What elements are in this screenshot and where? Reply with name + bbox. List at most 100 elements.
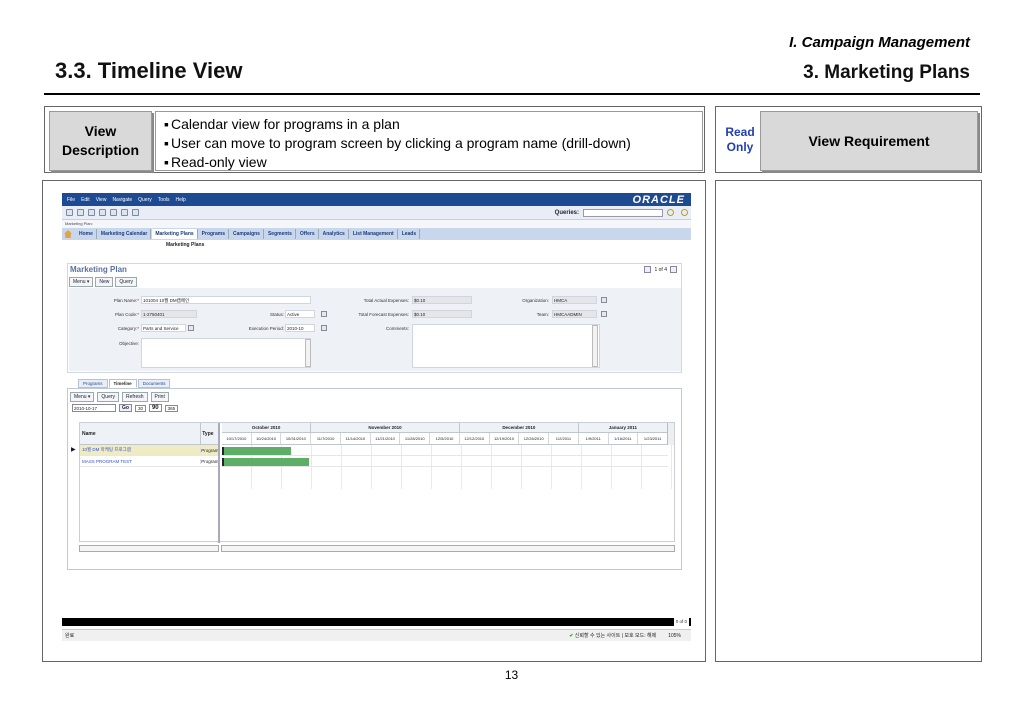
tab-home[interactable]: Home (76, 229, 97, 239)
search-options-icon[interactable] (681, 209, 688, 216)
category-field[interactable]: Parts and Service (141, 324, 186, 332)
page-horizontal-scrollbar[interactable]: 0 of 0 (62, 618, 691, 626)
timeline-query-button[interactable]: Query (97, 392, 120, 402)
program-name-link[interactable]: 10월 DM 마케팅 프로그램 (82, 447, 131, 452)
tab-marketing-plans[interactable]: Marketing Plans (152, 229, 198, 239)
tab-segments[interactable]: Segments (265, 229, 296, 239)
tab-timeline-view[interactable]: Timeline (108, 379, 137, 388)
calendar-area: October 2010 November 2010 December 2010 Ja… (222, 423, 672, 543)
team-field: HMCAADMIN (552, 310, 597, 318)
name-column-header[interactable]: Name (80, 423, 202, 444)
go-button[interactable]: Go (119, 404, 132, 412)
program-name-link[interactable]: MASS PROGRAM TEST (82, 459, 132, 464)
grid-vertical-scrollbar[interactable] (667, 423, 674, 445)
timeline-refresh-button[interactable]: Refresh (122, 392, 148, 402)
tab-programs-view[interactable]: Programs (78, 379, 108, 388)
week-header: 1/2/2011 (549, 433, 579, 444)
menu-query[interactable]: Query (138, 197, 152, 203)
tab-list-management[interactable]: List Management (350, 229, 398, 239)
plan-name-field[interactable]: 101004 10월 DM캠페인 (141, 296, 311, 304)
program-duration-bar[interactable] (222, 447, 291, 455)
oracle-logo: ORACLE (632, 193, 685, 206)
mail-icon[interactable] (110, 209, 117, 216)
status-dropdown-icon[interactable] (321, 311, 327, 317)
find-icon[interactable] (77, 209, 84, 216)
back-icon[interactable] (66, 209, 73, 216)
search-icon[interactable] (667, 209, 674, 216)
category-dropdown-icon[interactable] (188, 325, 194, 331)
form-query-button[interactable]: Query (115, 277, 138, 287)
menu-navigate[interactable]: Navigate (112, 197, 132, 203)
objective-label: Objective: (118, 341, 139, 346)
page-title: 3.3. Timeline View (55, 58, 243, 83)
menu-tools[interactable]: Tools (158, 197, 170, 203)
tab-leads[interactable]: Leads (399, 229, 421, 239)
zoom-level[interactable]: 105% (668, 630, 681, 642)
table-row[interactable]: MASS PROGRAM TEST Program (80, 456, 218, 467)
form-menu-button[interactable]: Menu ▾ (69, 277, 94, 287)
app-toolbar: Queries: (62, 206, 691, 220)
queries-label: Queries: (554, 209, 579, 216)
subtab-marketing-plans[interactable]: Marketing Plans (62, 240, 691, 251)
new-record-icon[interactable] (88, 209, 95, 216)
range-90-button[interactable]: 90 (148, 404, 162, 412)
comments-field[interactable] (412, 324, 600, 368)
objective-scrollbar[interactable] (305, 339, 311, 367)
month-header-row: October 2010 November 2010 December 2010 Ja… (222, 423, 668, 433)
timeline-lanes (222, 445, 672, 543)
category-label: Category:* (117, 326, 139, 331)
menu-help[interactable]: Help (175, 197, 185, 203)
execution-period-field[interactable]: 2010-10 (285, 324, 315, 332)
week-header: 11/21/2010 (371, 433, 401, 444)
form-new-button[interactable]: New (95, 277, 114, 287)
menu-view[interactable]: View (96, 197, 107, 203)
program-duration-bar[interactable] (222, 458, 309, 466)
week-header: 12/26/2010 (519, 433, 550, 444)
plan-name-label: Plan Name:* (113, 298, 139, 303)
week-header: 10/17/2010 (222, 433, 252, 444)
refresh-icon[interactable] (121, 209, 128, 216)
tab-marketing-calendar[interactable]: Marketing Calendar (98, 229, 152, 239)
tab-analytics[interactable]: Analytics (320, 229, 349, 239)
timeline-menu-button[interactable]: Menu ▾ (70, 392, 95, 402)
queries-dropdown[interactable] (583, 208, 663, 217)
home-icon[interactable] (64, 230, 72, 238)
start-date-input[interactable]: 2010-10-17 (72, 404, 116, 412)
form-body: Plan Name:* 101004 10월 DM캠페인 Plan Code:*… (69, 288, 681, 371)
prev-record-icon[interactable] (644, 266, 652, 273)
month-header: November 2010 (311, 423, 460, 432)
record-count: 1 of 4 (654, 266, 667, 273)
menu-edit[interactable]: Edit (81, 197, 90, 203)
organization-picker-icon[interactable] (601, 297, 607, 303)
save-icon[interactable] (99, 209, 106, 216)
calendar-horizontal-scrollbar[interactable] (221, 545, 675, 552)
comments-scrollbar[interactable] (592, 325, 598, 367)
selected-row-icon: ▶ (71, 447, 76, 453)
next-record-icon[interactable] (670, 266, 677, 273)
status-field[interactable]: Active (285, 310, 315, 318)
range-30-button[interactable]: 30 (134, 404, 146, 412)
breadcrumb[interactable]: Marketing Plan: (62, 220, 691, 228)
timeline-print-button[interactable]: Print (150, 392, 169, 402)
description-list: Calendar view for programs in a plan Use… (155, 111, 703, 171)
execution-period-picker-icon[interactable] (321, 325, 327, 331)
list-horizontal-scrollbar[interactable] (79, 545, 219, 552)
objective-field[interactable] (141, 338, 311, 368)
week-header: 12/12/2010 (460, 433, 490, 444)
menu-file[interactable]: File (67, 197, 75, 203)
week-header: 1/16/2011 (609, 433, 639, 444)
type-column-header[interactable]: Type (201, 423, 218, 444)
range-365-button[interactable]: 365 (164, 404, 179, 412)
tab-programs[interactable]: Programs (199, 229, 230, 239)
description-item: Read-only view (164, 153, 694, 172)
tab-documents-view[interactable]: Documents (137, 379, 171, 388)
timeline-grid: Name Type ▶ 10월 DM 마케팅 프로그램 Program MASS… (71, 422, 675, 543)
tab-campaigns[interactable]: Campaigns (230, 229, 264, 239)
page-number: 13 (504, 668, 519, 682)
tab-offers[interactable]: Offers (297, 229, 319, 239)
print-icon[interactable] (132, 209, 139, 216)
security-zone-text: 신뢰할 수 있는 사이트 | 보호 모드: 해제 (574, 633, 657, 639)
team-picker-icon[interactable] (601, 311, 607, 317)
table-row[interactable]: ▶ 10월 DM 마케팅 프로그램 Program (71, 445, 218, 456)
week-header: 11/7/2010 (311, 433, 341, 444)
